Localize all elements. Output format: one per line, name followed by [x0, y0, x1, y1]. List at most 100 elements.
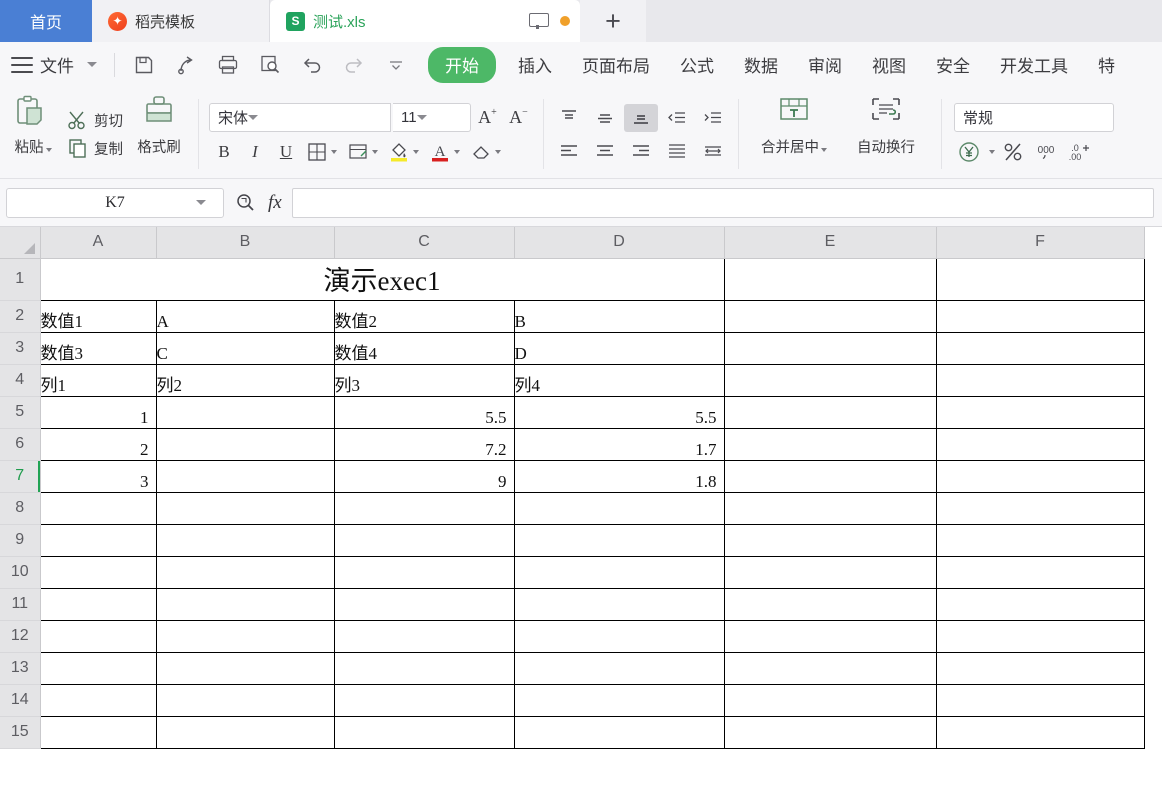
cell-e14[interactable]: [723, 683, 937, 717]
column-header-d[interactable]: D: [514, 227, 725, 259]
cell-c12[interactable]: [333, 619, 515, 653]
menu-file[interactable]: 文件: [40, 52, 74, 77]
cell-d7[interactable]: 1.8: [513, 459, 725, 493]
cell-c3[interactable]: 数值4: [333, 331, 515, 365]
cell-e8[interactable]: [723, 491, 937, 525]
tab-docer-template[interactable]: ✦ 稻壳模板: [92, 0, 270, 42]
font-shrink-icon[interactable]: A −: [504, 103, 533, 132]
copy-button[interactable]: 复制: [61, 135, 129, 161]
tab-formula[interactable]: 公式: [665, 52, 729, 77]
clear-format-button[interactable]: [466, 138, 506, 166]
cell-a13[interactable]: [39, 651, 157, 685]
row-header-5[interactable]: 5: [0, 396, 41, 429]
cell-d6[interactable]: 1.7: [513, 427, 725, 461]
cell-a5[interactable]: 1: [39, 395, 157, 429]
cell-a14[interactable]: [39, 683, 157, 717]
cell-f1[interactable]: [935, 257, 1145, 301]
monitor-icon[interactable]: [529, 13, 549, 29]
hamburger-icon[interactable]: [11, 56, 33, 73]
row-header-3[interactable]: 3: [0, 332, 41, 365]
print-preview-icon[interactable]: [249, 46, 291, 84]
cell-b15[interactable]: [155, 715, 335, 749]
cell-d10[interactable]: [513, 555, 725, 589]
cell-b5[interactable]: [155, 395, 335, 429]
name-box[interactable]: K7: [6, 187, 224, 218]
cell-e2[interactable]: [723, 299, 937, 333]
cell-d15[interactable]: [513, 715, 725, 749]
row-header-10[interactable]: 10: [0, 556, 41, 589]
row-header-12[interactable]: 12: [0, 620, 41, 653]
cell-b13[interactable]: [155, 651, 335, 685]
cell-e11[interactable]: [723, 587, 937, 621]
tab-start[interactable]: 开始: [428, 46, 496, 83]
row-header-1[interactable]: 1: [0, 258, 41, 301]
cell-d9[interactable]: [513, 523, 725, 557]
cell-f6[interactable]: [935, 427, 1145, 461]
row-header-6[interactable]: 6: [0, 428, 41, 461]
cell-b6[interactable]: [155, 427, 335, 461]
align-top-button[interactable]: [552, 104, 586, 132]
paste-button[interactable]: 粘贴: [5, 90, 61, 178]
cell-a12[interactable]: [39, 619, 157, 653]
row-header-9[interactable]: 9: [0, 524, 41, 557]
font-color-button[interactable]: A: [425, 138, 465, 166]
cell-b7[interactable]: [155, 459, 335, 493]
border-style-button[interactable]: [343, 138, 383, 166]
font-size-select[interactable]: 11: [393, 102, 471, 132]
cell-f12[interactable]: [935, 619, 1145, 653]
cell-a9[interactable]: [39, 523, 157, 557]
cell-e10[interactable]: [723, 555, 937, 589]
cell-a8[interactable]: [39, 491, 157, 525]
cell-f11[interactable]: [935, 587, 1145, 621]
cell-a1-merged-title[interactable]: 演示exec1: [39, 257, 725, 301]
merge-center-button[interactable]: 合并居中: [748, 90, 840, 178]
cell-c13[interactable]: [333, 651, 515, 685]
cell-d3[interactable]: D: [513, 331, 725, 365]
cell-c5[interactable]: 5.5: [333, 395, 515, 429]
cell-d11[interactable]: [513, 587, 725, 621]
cell-d14[interactable]: [513, 683, 725, 717]
cell-e13[interactable]: [723, 651, 937, 685]
tab-review[interactable]: 审阅: [793, 52, 857, 77]
align-middle-button[interactable]: [588, 104, 622, 132]
cell-e15[interactable]: [723, 715, 937, 749]
align-left-button[interactable]: [552, 137, 586, 165]
cell-e1[interactable]: [723, 257, 937, 301]
cell-c11[interactable]: [333, 587, 515, 621]
cell-d8[interactable]: [513, 491, 725, 525]
cell-b14[interactable]: [155, 683, 335, 717]
tab-view[interactable]: 视图: [857, 52, 921, 77]
cell-e7[interactable]: [723, 459, 937, 493]
cell-f13[interactable]: [935, 651, 1145, 685]
cell-f15[interactable]: [935, 715, 1145, 749]
cell-f3[interactable]: [935, 331, 1145, 365]
cut-button[interactable]: 剪切: [61, 107, 129, 133]
tab-data[interactable]: 数据: [729, 52, 793, 77]
cell-b10[interactable]: [155, 555, 335, 589]
wrap-text-button[interactable]: 自动换行: [840, 90, 932, 178]
align-right-button[interactable]: [624, 137, 658, 165]
cell-b3[interactable]: C: [155, 331, 335, 365]
bold-button[interactable]: B: [209, 138, 239, 166]
increase-indent-button[interactable]: [696, 104, 730, 132]
cell-f5[interactable]: [935, 395, 1145, 429]
row-header-13[interactable]: 13: [0, 652, 41, 685]
redo-icon[interactable]: [333, 46, 375, 84]
cell-c14[interactable]: [333, 683, 515, 717]
tab-developer-tools[interactable]: 开发工具: [985, 52, 1083, 77]
align-justify-button[interactable]: [660, 137, 694, 165]
cell-d5[interactable]: 5.5: [513, 395, 725, 429]
cell-c10[interactable]: [333, 555, 515, 589]
increase-decimal-button[interactable]: .0 .00: [1064, 138, 1094, 166]
row-header-2[interactable]: 2: [0, 300, 41, 333]
format-painter-button[interactable]: 格式刷: [129, 90, 189, 178]
cell-a6[interactable]: 2: [39, 427, 157, 461]
cell-e6[interactable]: [723, 427, 937, 461]
print-icon[interactable]: [207, 46, 249, 84]
column-header-b[interactable]: B: [156, 227, 335, 259]
tab-home[interactable]: 首页: [0, 0, 92, 42]
cell-f10[interactable]: [935, 555, 1145, 589]
cell-c8[interactable]: [333, 491, 515, 525]
cell-a15[interactable]: [39, 715, 157, 749]
row-header-7[interactable]: 7: [0, 460, 41, 493]
